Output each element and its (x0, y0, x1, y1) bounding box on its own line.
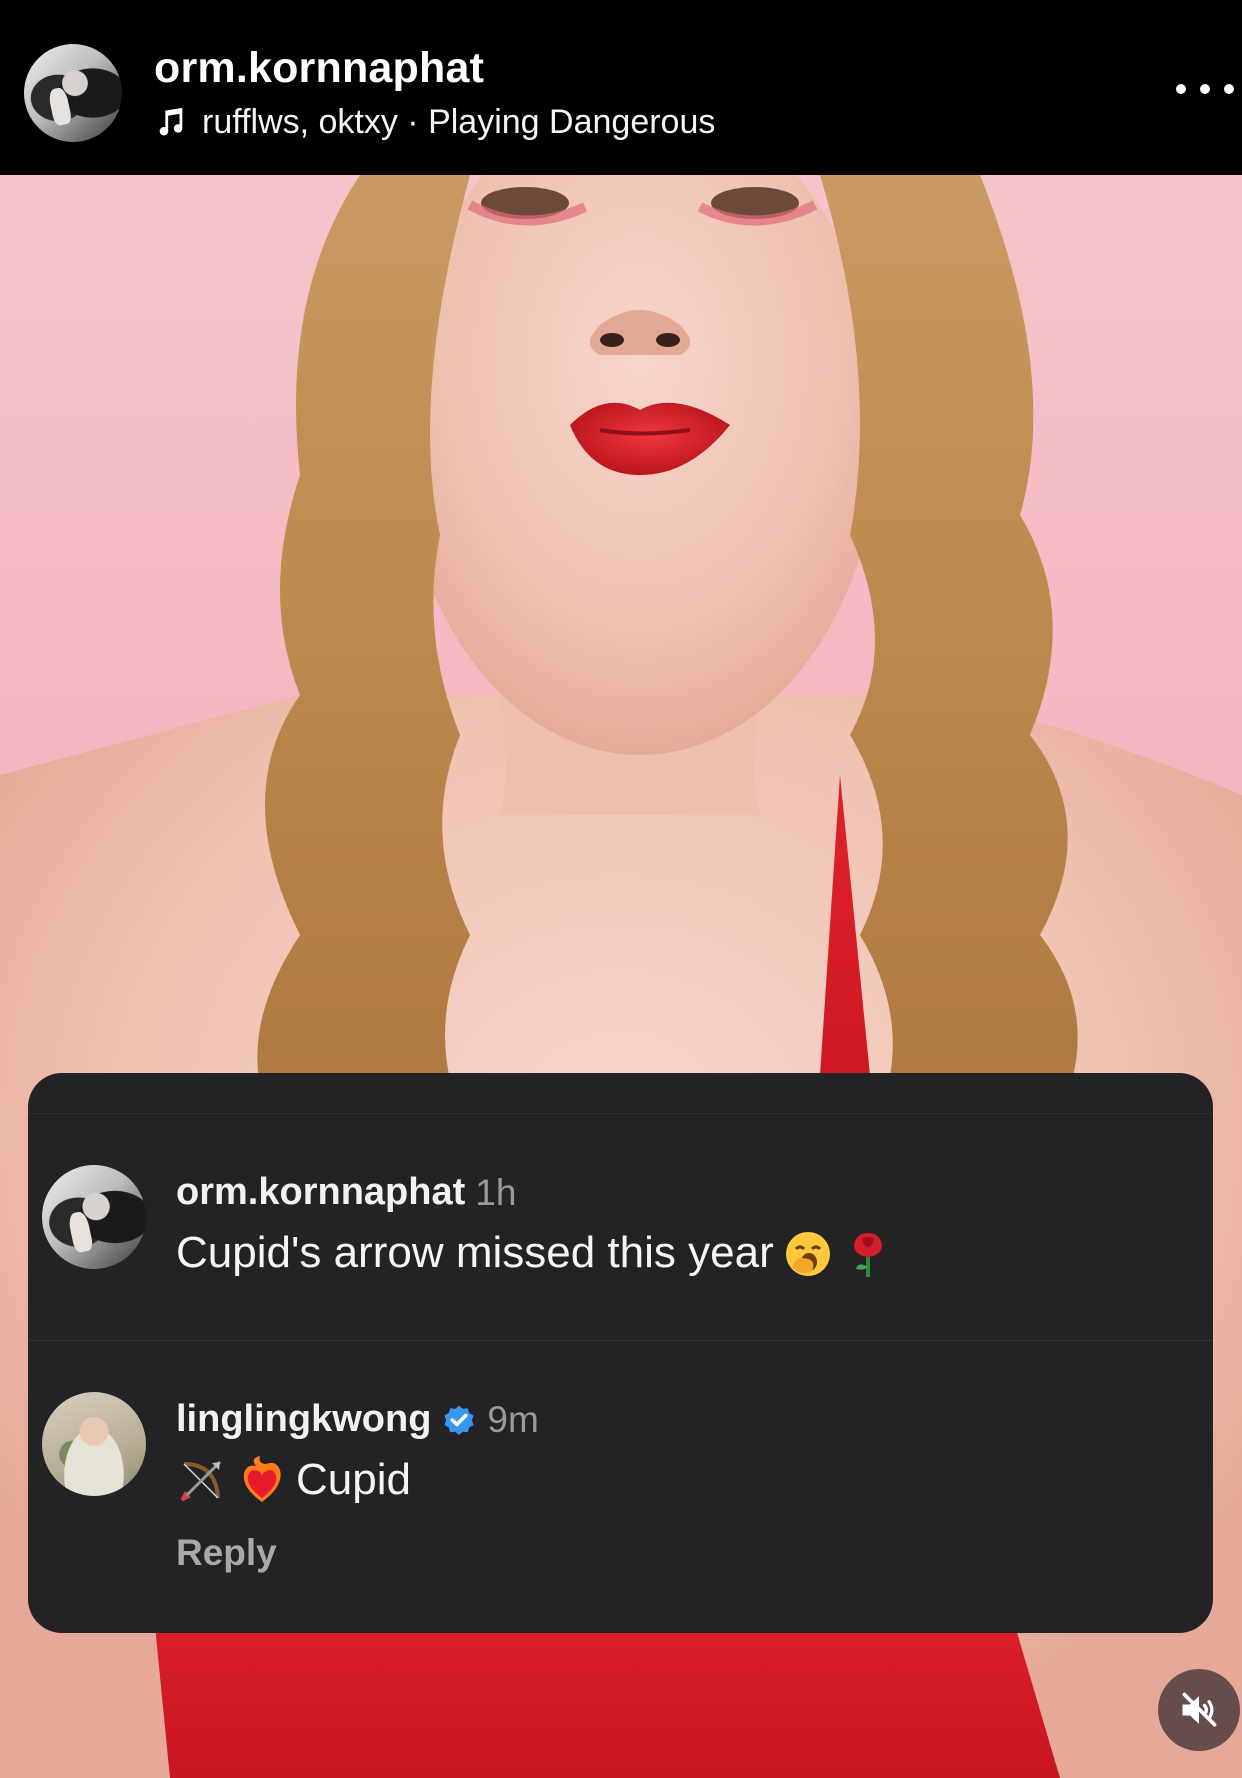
author-username[interactable]: orm.kornnaphat (154, 44, 484, 93)
verified-badge-icon (444, 1405, 474, 1435)
music-label: rufflws, oktxy · Playing Dangerous (202, 102, 716, 141)
commenter-avatar[interactable] (42, 1165, 146, 1269)
comment-text: Cupid's arrow missed this year (176, 1228, 774, 1277)
bow-and-arrow-emoji (180, 1460, 222, 1502)
mute-toggle-button[interactable] (1158, 1669, 1240, 1751)
yawning-face-emoji (785, 1232, 830, 1276)
heart-on-fire-emoji (243, 1456, 281, 1502)
music-info[interactable]: rufflws, oktxy · Playing Dangerous (154, 100, 715, 144)
comment-timestamp: 1h (475, 1171, 517, 1213)
story-header: orm.kornnaphat rufflws, oktxy · Playing … (0, 0, 1242, 175)
comment-divider (28, 1340, 1213, 1341)
author-avatar[interactable] (24, 44, 122, 142)
comment-username[interactable]: orm.kornnaphat (176, 1171, 465, 1214)
panel-top-divider (28, 1113, 1213, 1114)
rose-emoji (853, 1233, 882, 1277)
music-note-icon (159, 107, 183, 136)
comment-username[interactable]: linglingkwong (176, 1398, 431, 1441)
speaker-muted-icon (1182, 1692, 1217, 1727)
comment-text: Cupid (296, 1455, 411, 1504)
commenter-avatar[interactable] (42, 1392, 146, 1496)
comment-timestamp: 9m (487, 1398, 539, 1440)
reply-button[interactable]: Reply (176, 1532, 277, 1574)
more-options-icon[interactable] (1176, 78, 1234, 100)
